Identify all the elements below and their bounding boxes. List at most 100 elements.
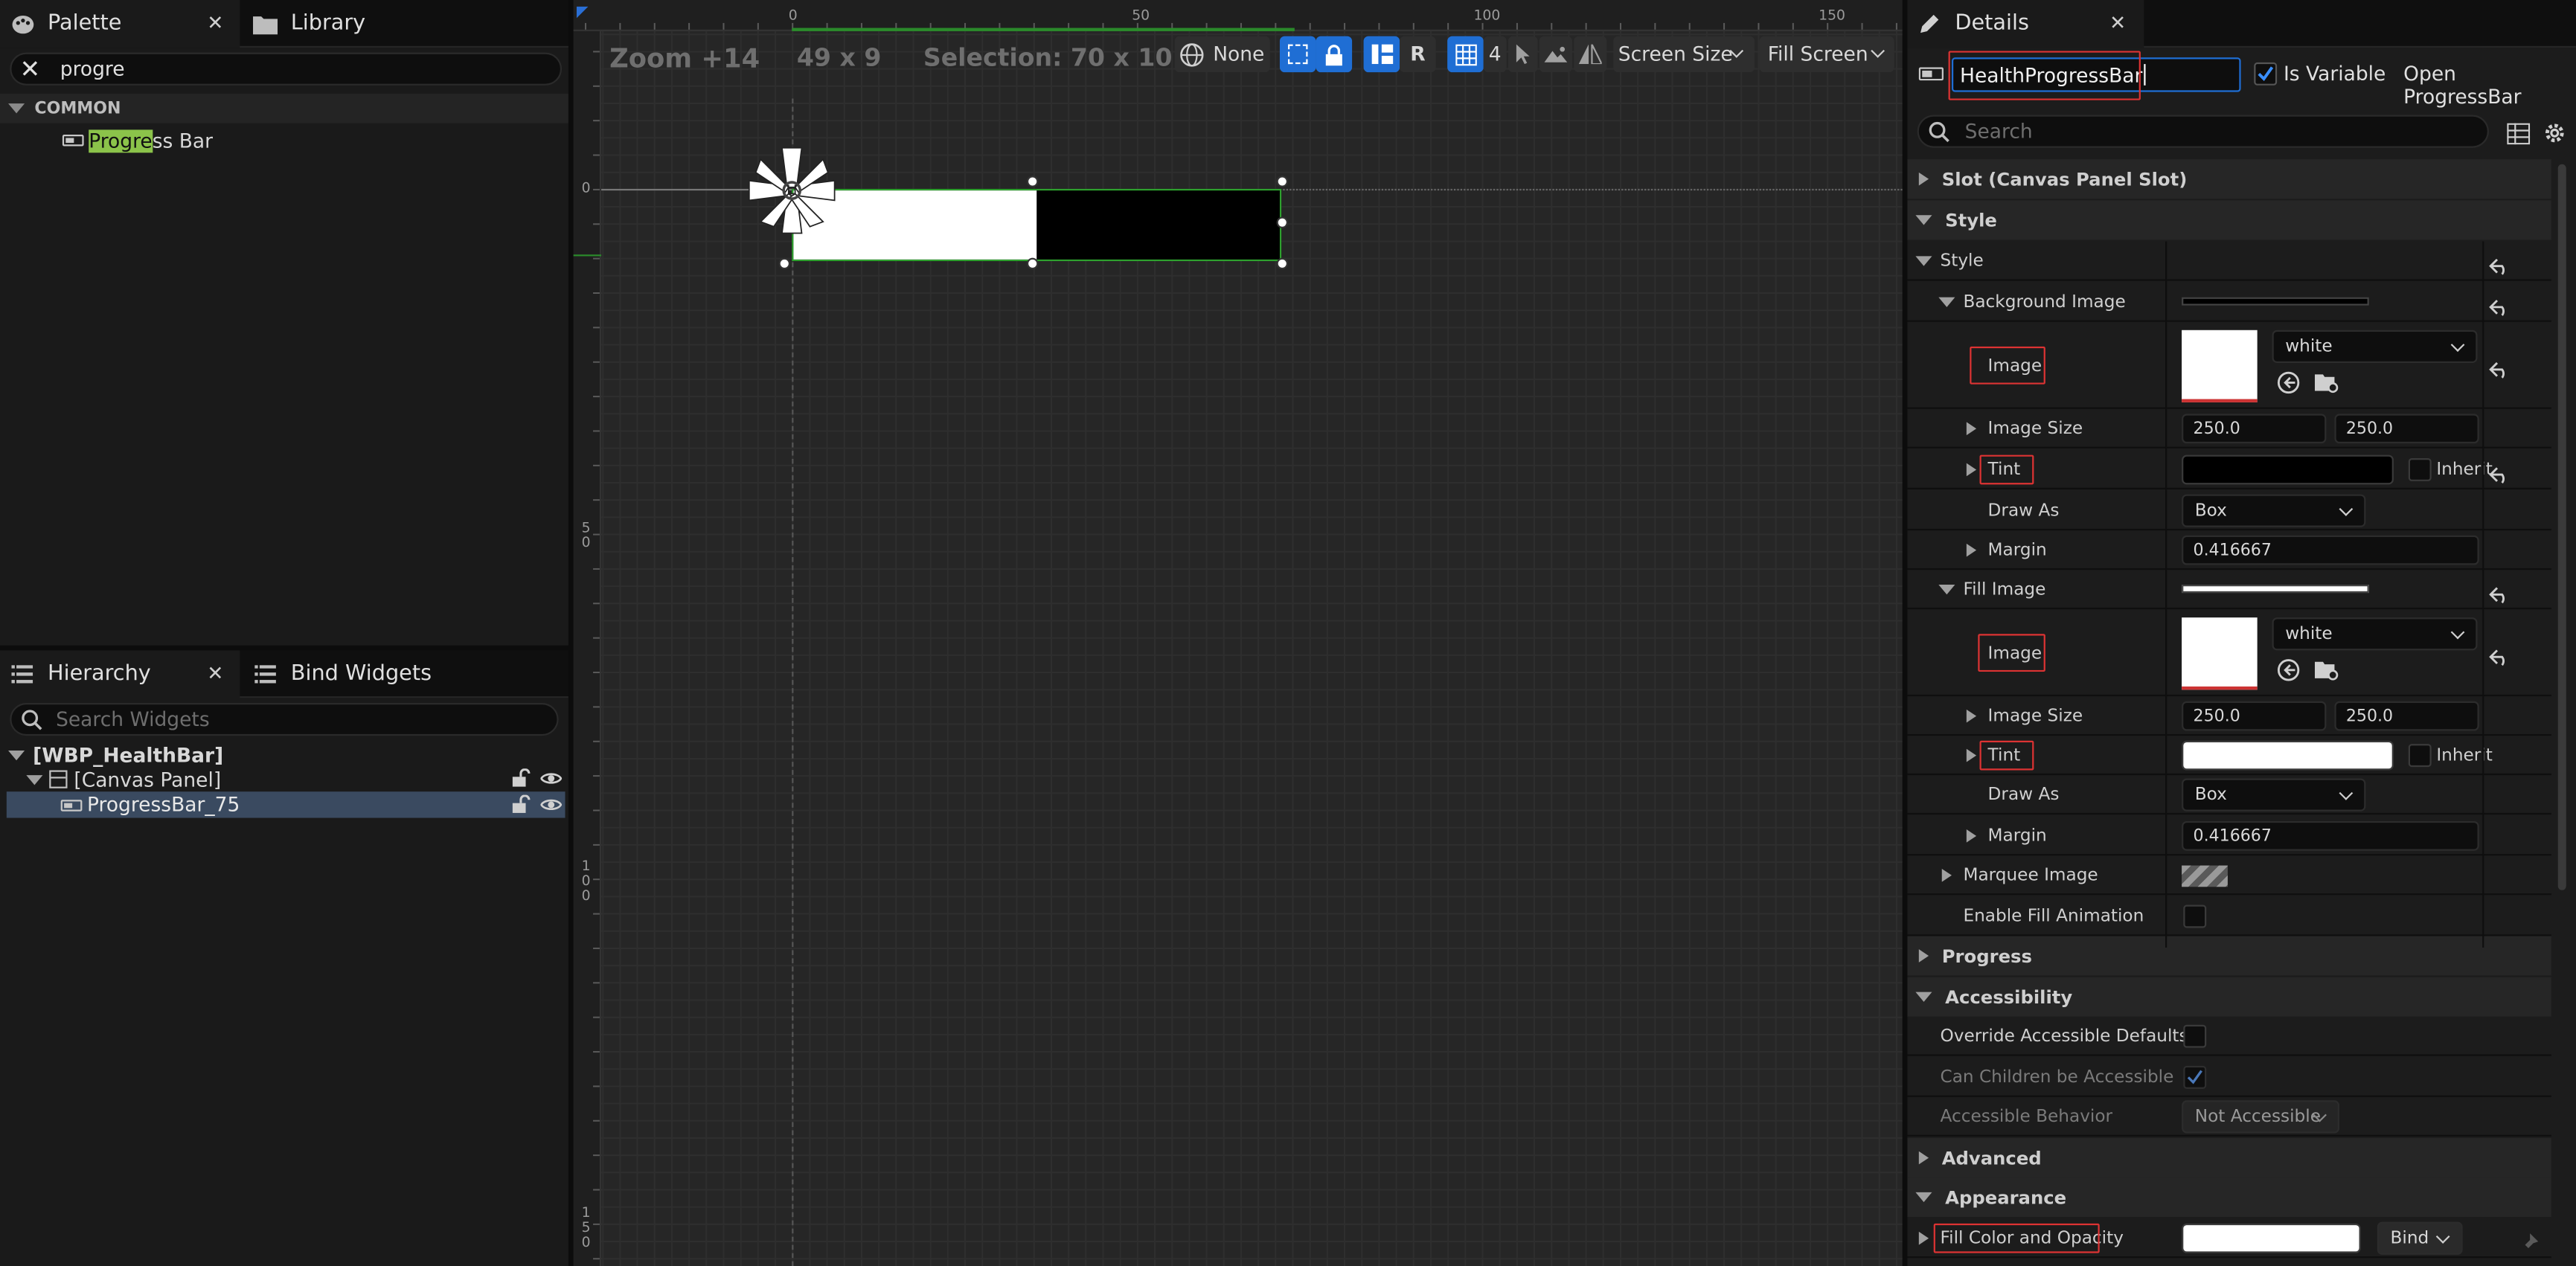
expand-arrow-icon[interactable] [1966, 748, 1977, 762]
category-slot[interactable]: Slot (Canvas Panel Slot) [1907, 159, 2551, 199]
flip-button[interactable] [1574, 36, 1607, 73]
left-splitter[interactable] [568, 0, 574, 1266]
accessible-behavior-dropdown[interactable]: Not Accessible [2182, 1100, 2340, 1134]
tree-item-root[interactable]: [WBP_HealthBar] [0, 742, 568, 767]
image-size-x-field[interactable]: 250.0 [2182, 414, 2327, 444]
expand-arrow-icon[interactable] [26, 774, 43, 785]
image-size-y-field[interactable]: 250.0 [2334, 414, 2479, 444]
screen-size-dropdown[interactable]: Screen Size [1613, 36, 1755, 73]
tint-color-swatch[interactable] [2182, 740, 2394, 771]
tab-bind-widgets[interactable]: Bind Widgets [243, 650, 490, 698]
category-advanced[interactable]: Advanced [1907, 1138, 2551, 1178]
hierarchy-search[interactable]: Search Widgets [10, 702, 559, 736]
use-selected-icon[interactable] [2277, 657, 2300, 688]
image-thumbnail[interactable] [2182, 617, 2258, 690]
details-scrollbar[interactable] [2557, 164, 2566, 890]
resize-handle[interactable] [1276, 216, 1288, 228]
pin-icon[interactable] [2519, 1229, 2540, 1260]
image-thumbnail[interactable] [2182, 330, 2258, 402]
tab-details[interactable]: Details [1907, 0, 2144, 48]
clear-search-icon[interactable]: ✕ [19, 56, 40, 81]
localization-button[interactable]: None [1174, 36, 1270, 73]
tree-item-progress-bar[interactable]: ProgressBar_75 [6, 791, 565, 820]
fill-color-swatch[interactable] [2182, 1223, 2361, 1253]
category-style[interactable]: Style [1907, 200, 2551, 240]
reset-arrow-icon[interactable] [2489, 460, 2512, 484]
expand-arrow-icon[interactable] [8, 749, 25, 760]
tree-item-canvas-panel[interactable]: [Canvas Panel] [0, 767, 568, 791]
category-progress[interactable]: Progress [1907, 936, 2551, 976]
use-selected-icon[interactable] [2277, 370, 2300, 401]
margin-field[interactable]: 0.416667 [2182, 535, 2479, 565]
close-icon[interactable]: ✕ [207, 11, 223, 34]
hierarchy-search-input[interactable]: Search Widgets [56, 708, 210, 731]
r-button[interactable]: R [1400, 36, 1436, 73]
draw-as-dropdown[interactable]: Box [2182, 778, 2366, 812]
anchor-icon[interactable] [743, 141, 841, 246]
tint-color-swatch[interactable] [2182, 454, 2394, 485]
category-accessibility[interactable]: Accessibility [1907, 977, 2551, 1017]
tab-hierarchy[interactable]: Hierarchy [0, 650, 240, 698]
resize-handle[interactable] [1026, 176, 1039, 187]
reset-arrow-icon[interactable] [2489, 292, 2512, 316]
override-accessible-checkbox[interactable] [2183, 1024, 2207, 1048]
eye-icon[interactable] [539, 768, 563, 793]
expand-arrow-icon[interactable] [1938, 585, 1955, 595]
expand-arrow-icon[interactable] [1966, 709, 1977, 723]
category-appearance[interactable]: Appearance [1907, 1177, 2551, 1218]
inherit-checkbox[interactable] [2408, 458, 2432, 481]
palette-search-input[interactable]: progre [60, 57, 125, 80]
browse-asset-icon[interactable] [2314, 370, 2339, 401]
lock-icon[interactable] [511, 794, 531, 820]
fill-screen-dropdown[interactable]: Fill Screen [1759, 36, 1894, 73]
left-horizontal-splitter[interactable] [0, 645, 568, 651]
image-asset-dropdown[interactable]: white [2272, 330, 2478, 363]
lock-icon[interactable] [511, 768, 531, 793]
right-splitter[interactable] [1902, 0, 1908, 1266]
marquee-select-button[interactable] [1279, 36, 1316, 73]
image-size-x-field[interactable]: 250.0 [2182, 701, 2327, 731]
details-search-input[interactable]: Search [1965, 120, 2033, 143]
select-mode-button[interactable] [1508, 36, 1538, 73]
expand-arrow-icon[interactable] [1941, 868, 1952, 882]
close-icon[interactable]: ✕ [207, 662, 223, 685]
resize-handle[interactable] [1026, 257, 1039, 270]
reset-arrow-icon[interactable] [2489, 579, 2512, 604]
resize-handle[interactable] [1276, 176, 1288, 187]
is-variable-checkbox[interactable] [2254, 62, 2278, 86]
reset-arrow-icon[interactable] [2489, 251, 2512, 275]
browse-asset-icon[interactable] [2314, 657, 2339, 688]
can-children-checkbox[interactable] [2183, 1065, 2207, 1089]
resize-handle[interactable] [778, 257, 790, 270]
open-progressbar-link[interactable]: Open ProgressBar [2403, 62, 2576, 109]
lock-button[interactable] [1316, 36, 1353, 73]
landscape-button[interactable] [1539, 36, 1572, 73]
expand-arrow-icon[interactable] [1966, 463, 1977, 477]
palette-category-common[interactable]: COMMON [0, 93, 568, 123]
palette-search[interactable]: ✕ progre [10, 52, 563, 86]
progress-bar-widget[interactable] [792, 188, 1282, 262]
table-view-icon[interactable] [2507, 120, 2531, 151]
expand-arrow-icon[interactable] [1966, 543, 1977, 557]
tab-palette[interactable]: Palette [0, 0, 240, 48]
close-icon[interactable]: ✕ [2109, 11, 2126, 34]
enable-fill-animation-checkbox[interactable] [2183, 904, 2207, 928]
grid-snap-button[interactable] [1447, 36, 1484, 73]
bind-dropdown[interactable]: Bind [2377, 1221, 2463, 1255]
expand-arrow-icon[interactable] [1938, 297, 1955, 307]
tab-library[interactable]: Library [243, 0, 490, 48]
reset-arrow-icon[interactable] [2489, 642, 2512, 666]
draw-as-dropdown[interactable]: Box [2182, 494, 2366, 527]
grid-snap-value[interactable]: 4 [1483, 36, 1507, 73]
palette-item-progress-bar[interactable]: Progre ss Bar [62, 126, 213, 155]
gear-icon[interactable] [2543, 120, 2566, 151]
reset-arrow-icon[interactable] [2489, 355, 2512, 379]
image-size-y-field[interactable]: 250.0 [2334, 701, 2479, 731]
inherit-checkbox[interactable] [2408, 744, 2432, 768]
details-search[interactable]: Search [1917, 115, 2489, 148]
expand-arrow-icon[interactable] [1918, 1231, 1929, 1245]
image-asset-dropdown[interactable]: white [2272, 617, 2478, 651]
resize-handle[interactable] [1276, 257, 1288, 270]
layout-toggle-button[interactable] [1363, 36, 1400, 73]
eye-icon[interactable] [539, 795, 563, 820]
